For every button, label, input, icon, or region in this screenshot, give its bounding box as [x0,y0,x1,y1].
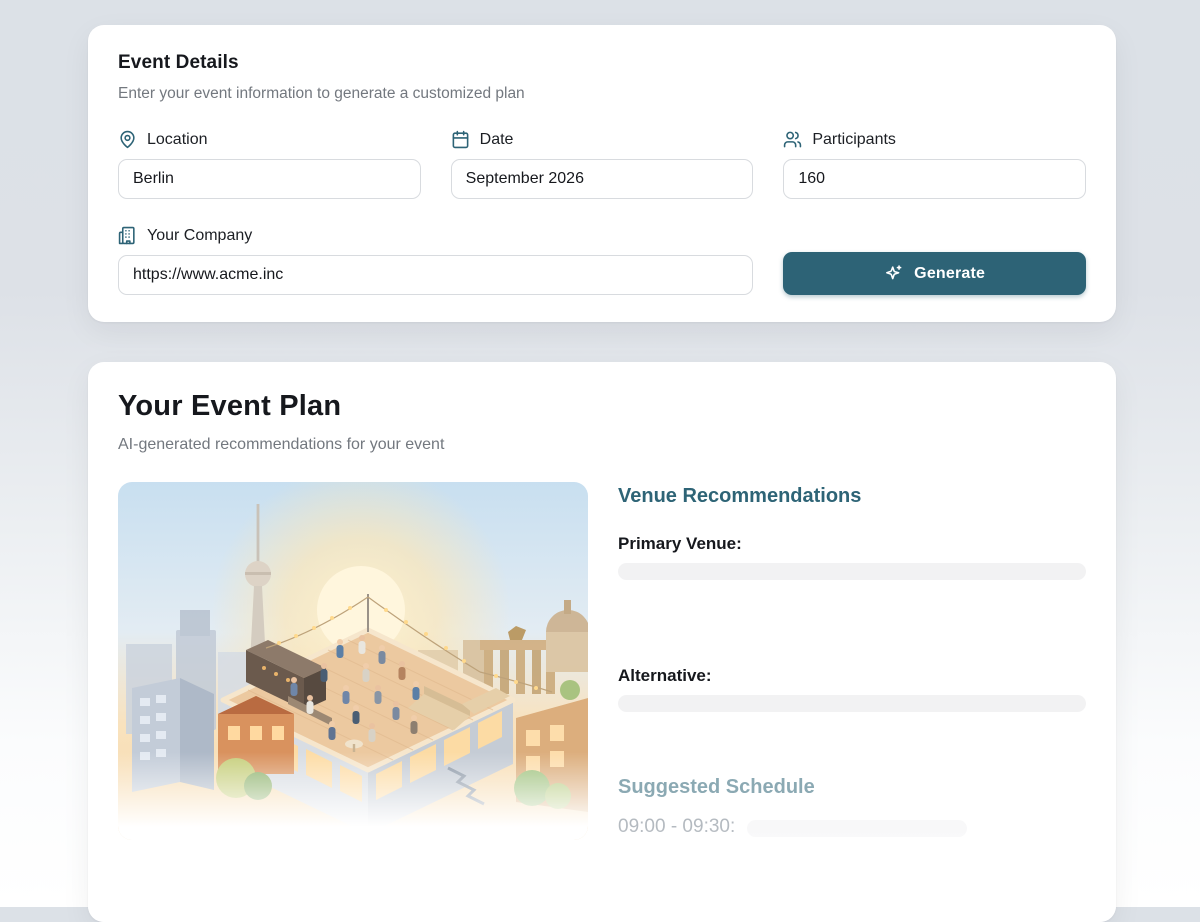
users-icon [783,130,802,149]
event-plan-title: Your Event Plan [118,390,1086,423]
building-icon [118,226,137,245]
participants-label: Participants [783,130,1086,149]
schedule-slot-row: 09:00 - 09:30: [618,816,1086,838]
page: { "colors": { "accent": "#2d6376", "head… [0,0,1200,907]
company-input[interactable] [118,255,753,295]
company-label: Your Company [118,226,753,245]
primary-venue-skeleton [618,563,1086,580]
company-label-text: Your Company [147,227,252,245]
participants-label-text: Participants [812,131,896,149]
location-field-group: Location [118,130,421,199]
event-plan-card: Your Event Plan AI-generated recommendat… [88,362,1116,922]
event-details-title: Event Details [118,52,1086,74]
schedule-slot-time: 09:00 - 09:30: [618,816,735,838]
plan-columns: Venue Recommendations Primary Venue: Alt… [118,482,1086,840]
participants-field-group: Participants [783,130,1086,199]
location-input[interactable] [118,159,421,199]
event-plan-subtitle: AI-generated recommendations for your ev… [118,436,1086,454]
calendar-icon [451,130,470,149]
sparkles-icon [884,264,903,283]
date-label: Date [451,130,754,149]
schedule-slot-skeleton [747,820,967,837]
primary-venue-label: Primary Venue: [618,534,1086,554]
event-details-card: Event Details Enter your event informati… [88,25,1116,322]
map-pin-icon [118,130,137,149]
event-details-form: Location Date [118,130,1086,295]
participants-input[interactable] [783,159,1086,199]
venue-recommendations-heading: Venue Recommendations [618,485,1086,508]
generate-button-label: Generate [914,265,985,283]
location-label-text: Location [147,131,208,149]
event-details-subtitle: Enter your event information to generate… [118,85,1086,103]
location-label: Location [118,130,421,149]
date-label-text: Date [480,131,514,149]
suggested-schedule-heading: Suggested Schedule [618,776,1086,799]
event-illustration [118,482,588,840]
generate-button[interactable]: Generate [783,252,1086,295]
card-bottom-fade [88,827,1116,922]
alternative-venue-skeleton [618,695,1086,712]
alternative-venue-label: Alternative: [618,666,1086,686]
date-field-group: Date [451,130,754,199]
plan-right-column: Venue Recommendations Primary Venue: Alt… [618,482,1086,840]
date-input[interactable] [451,159,754,199]
company-field-group: Your Company [118,226,753,295]
